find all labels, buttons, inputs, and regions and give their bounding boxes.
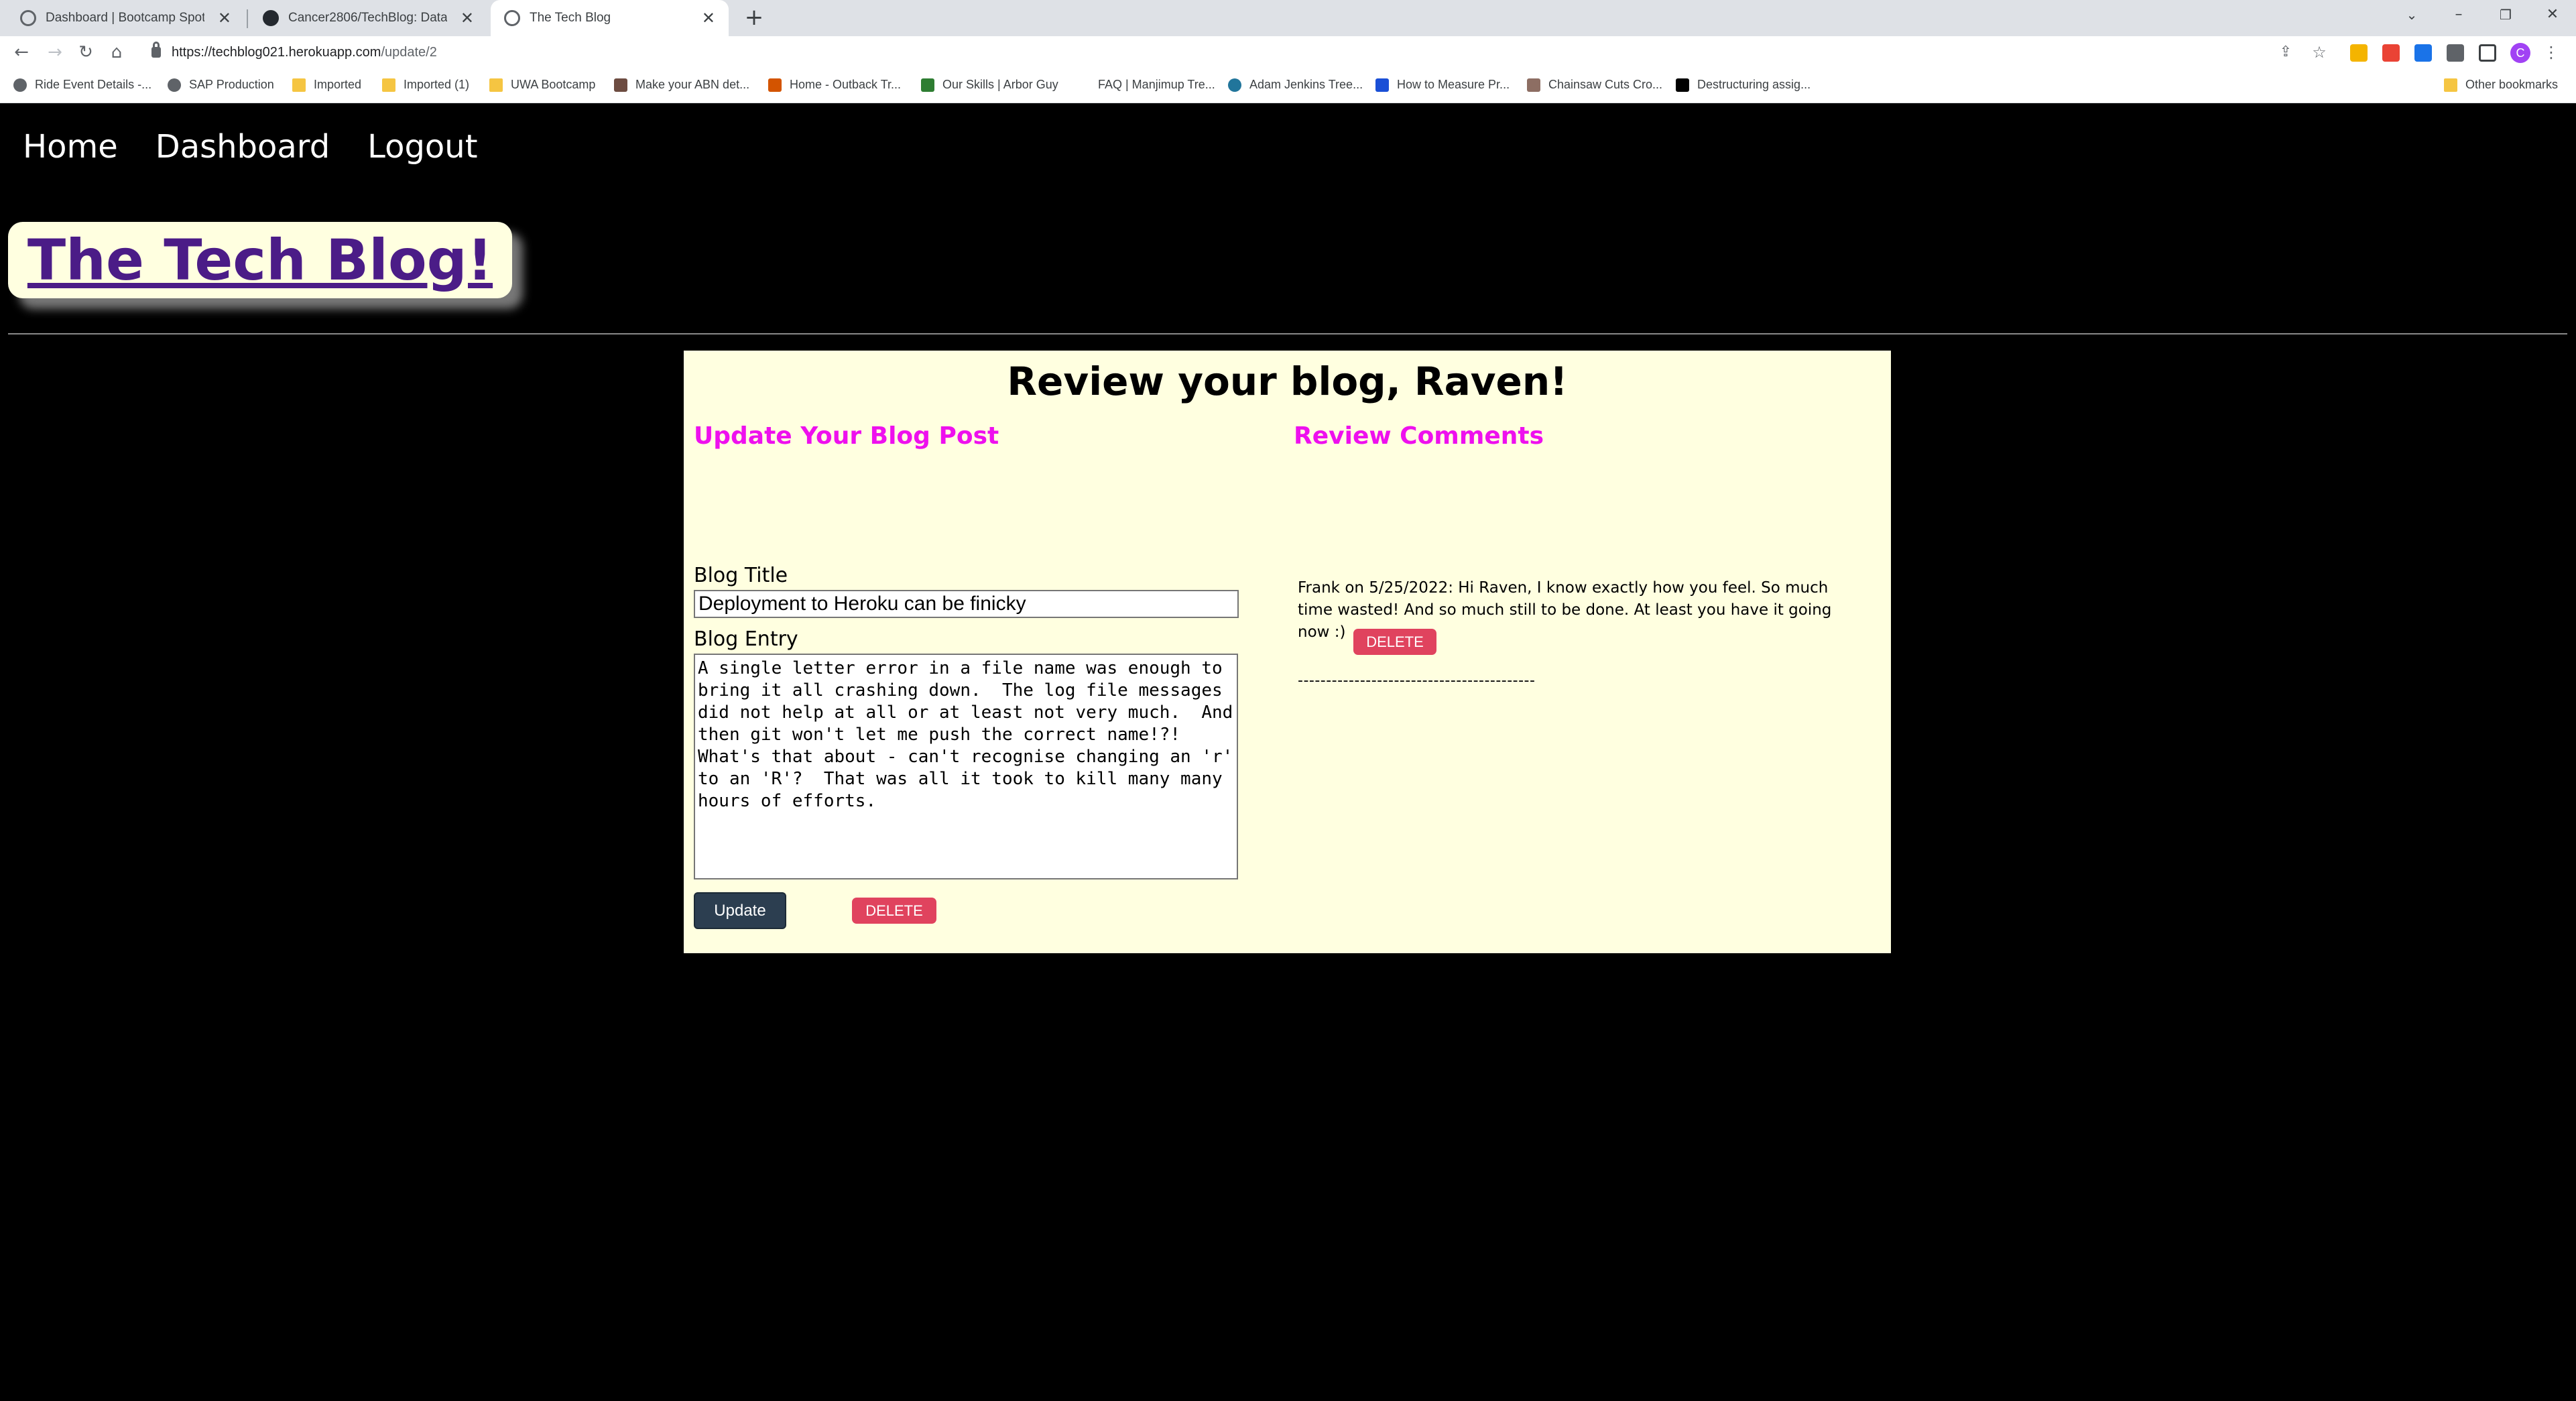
nav-dashboard-link[interactable]: Dashboard: [156, 128, 330, 166]
blog-title-label: Blog Title: [694, 564, 788, 587]
window-close-icon[interactable]: ✕: [2529, 0, 2576, 29]
tab-separator: [247, 9, 248, 28]
lock-icon: [151, 42, 161, 58]
extension-icon[interactable]: [2414, 44, 2432, 62]
update-button[interactable]: Update: [694, 892, 786, 929]
extensions-puzzle-icon[interactable]: [2447, 44, 2464, 62]
close-icon[interactable]: ✕: [461, 9, 474, 28]
folder-icon: [292, 78, 306, 92]
back-icon[interactable]: ←: [11, 42, 32, 63]
menu-icon[interactable]: ⋮: [2540, 42, 2562, 63]
brand-banner: The Tech Blog!: [8, 222, 512, 298]
bookmark-item[interactable]: Adam Jenkins Tree...: [1228, 78, 1363, 92]
bookmark-item[interactable]: Make your ABN det...: [614, 78, 749, 92]
share-icon[interactable]: ⇪: [2275, 42, 2296, 63]
bookmark-item[interactable]: Our Skills | Arbor Guy: [921, 78, 1058, 92]
forward-icon[interactable]: →: [44, 42, 66, 63]
comment-divider: ----------------------------------------…: [1298, 672, 1536, 689]
close-icon[interactable]: ✕: [702, 9, 715, 28]
globe-icon: [504, 10, 520, 26]
delete-post-button[interactable]: DELETE: [852, 898, 936, 924]
folder-icon: [382, 78, 395, 92]
update-post-heading: Update Your Blog Post: [694, 422, 999, 450]
browser-tabstrip: Dashboard | Bootcamp Spot ✕ Cancer2806/T…: [0, 0, 2576, 36]
site-icon: [1527, 78, 1540, 92]
bookmark-item[interactable]: Ride Event Details -...: [13, 78, 151, 92]
browser-tab-techblog[interactable]: The Tech Blog ✕: [491, 0, 729, 36]
github-icon: [263, 10, 279, 26]
bookmark-item[interactable]: Home - Outback Tr...: [768, 78, 901, 92]
extension-icon[interactable]: [2382, 44, 2400, 62]
home-icon[interactable]: ⌂: [106, 42, 127, 63]
site-icon: [921, 78, 934, 92]
other-bookmarks[interactable]: Other bookmarks: [2444, 78, 2558, 92]
bookmark-item[interactable]: Imported: [292, 78, 361, 92]
folder-icon: [489, 78, 503, 92]
bookmark-item[interactable]: SAP Production: [168, 78, 274, 92]
address-bar[interactable]: https://techblog021.herokuapp.com/update…: [141, 40, 2306, 65]
blog-title-input[interactable]: [694, 590, 1239, 618]
folder-icon: [2444, 78, 2457, 92]
close-icon[interactable]: ✕: [218, 9, 231, 28]
delete-comment-button[interactable]: DELETE: [1353, 629, 1436, 655]
page-title: Review your blog, Raven!: [1007, 359, 1568, 404]
globe-icon: [13, 78, 27, 92]
header-divider: [8, 333, 2567, 334]
site-icon: [614, 78, 627, 92]
url-text: https://techblog021.herokuapp.com/update…: [172, 44, 437, 60]
browser-tab-github[interactable]: Cancer2806/TechBlog: Databas ✕: [249, 0, 487, 36]
tab-title: Cancer2806/TechBlog: Databas: [288, 11, 447, 25]
nav-home-link[interactable]: Home: [23, 128, 118, 166]
star-icon[interactable]: ☆: [2309, 42, 2330, 63]
side-panel-icon[interactable]: [2479, 44, 2496, 62]
reload-icon[interactable]: ↻: [75, 42, 97, 63]
blog-entry-label: Blog Entry: [694, 627, 798, 651]
bookmark-item[interactable]: Destructuring assig...: [1676, 78, 1811, 92]
profile-avatar[interactable]: C: [2510, 43, 2530, 63]
main-nav: Home Dashboard Logout: [23, 128, 478, 166]
bookmark-item[interactable]: Chainsaw Cuts Cro...: [1527, 78, 1662, 92]
browser-toolbar: ← → ↻ ⌂ https://techblog021.herokuapp.co…: [0, 36, 2576, 68]
brand-title-link[interactable]: The Tech Blog!: [27, 227, 493, 293]
bookmark-item[interactable]: UWA Bootcamp: [489, 78, 595, 92]
review-panel: Review your blog, Raven! Update Your Blo…: [684, 351, 1891, 953]
globe-icon: [168, 78, 181, 92]
site-icon: [1375, 78, 1389, 92]
site-icon: [768, 78, 782, 92]
bookmark-item[interactable]: FAQ | Manjimup Tre...: [1077, 78, 1215, 92]
tab-search-icon[interactable]: ⌄: [2388, 0, 2435, 29]
page-body: Home Dashboard Logout The Tech Blog! Rev…: [0, 104, 2576, 1401]
site-icon: [1077, 78, 1090, 92]
restore-icon[interactable]: ❐: [2482, 0, 2529, 29]
tab-title: The Tech Blog: [530, 11, 611, 25]
review-comments-heading: Review Comments: [1294, 422, 1544, 450]
extension-icon[interactable]: [2350, 44, 2368, 62]
bookmarks-bar: Ride Event Details -... SAP Production I…: [0, 68, 2576, 103]
bookmark-item[interactable]: Imported (1): [382, 78, 469, 92]
minimize-icon[interactable]: –: [2435, 0, 2482, 29]
bookmark-item[interactable]: How to Measure Pr...: [1375, 78, 1510, 92]
new-tab-button[interactable]: +: [741, 4, 768, 31]
blog-entry-textarea[interactable]: A single letter error in a file name was…: [694, 654, 1238, 879]
mdn-icon: [1676, 78, 1689, 92]
nav-logout-link[interactable]: Logout: [367, 128, 477, 166]
browser-tab-dashboard[interactable]: Dashboard | Bootcamp Spot ✕: [7, 0, 245, 36]
wordpress-icon: [1228, 78, 1241, 92]
tab-title: Dashboard | Bootcamp Spot: [46, 11, 204, 25]
globe-icon: [20, 10, 36, 26]
